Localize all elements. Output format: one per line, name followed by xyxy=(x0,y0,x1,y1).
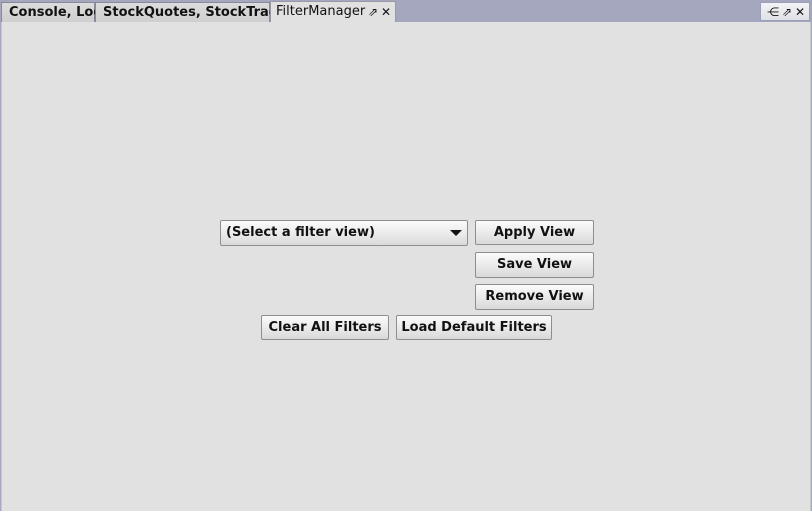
app-window: Console, Log StockQuotes, StockTrades Fi… xyxy=(0,0,812,511)
tab-stockquotes-stocktrades[interactable]: StockQuotes, StockTrades xyxy=(95,2,295,22)
load-default-filters-button[interactable]: Load Default Filters xyxy=(396,315,552,340)
remove-view-button[interactable]: Remove View xyxy=(475,284,594,310)
float-icon[interactable]: ⇗ xyxy=(782,3,792,21)
close-icon[interactable]: ✕ xyxy=(795,3,805,21)
apply-view-button[interactable]: Apply View xyxy=(475,220,594,245)
close-icon[interactable]: ✕ xyxy=(381,2,391,22)
clear-all-filters-button[interactable]: Clear All Filters xyxy=(261,315,389,340)
tab-filtermanager[interactable]: FilterManager ⇗ ✕ xyxy=(270,1,396,23)
tab-label: Console, Log xyxy=(9,5,103,20)
chevron-down-icon xyxy=(450,230,462,236)
filter-manager-panel: (Select a filter view) Apply View Save V… xyxy=(1,22,811,511)
tab-bar: Console, Log StockQuotes, StockTrades Fi… xyxy=(0,0,812,23)
select-value: (Select a filter view) xyxy=(226,225,375,240)
window-controls: ⋲ ⇗ ✕ xyxy=(760,2,810,21)
tab-console-log[interactable]: Console, Log xyxy=(1,2,103,22)
filter-view-select[interactable]: (Select a filter view) xyxy=(220,220,468,246)
tab-label: FilterManager xyxy=(276,4,366,19)
share-menu-icon[interactable]: ⋲ xyxy=(767,3,779,21)
float-icon[interactable]: ⇗ xyxy=(368,2,378,22)
tab-label: StockQuotes, StockTrades xyxy=(103,5,295,20)
save-view-button[interactable]: Save View xyxy=(475,252,594,278)
